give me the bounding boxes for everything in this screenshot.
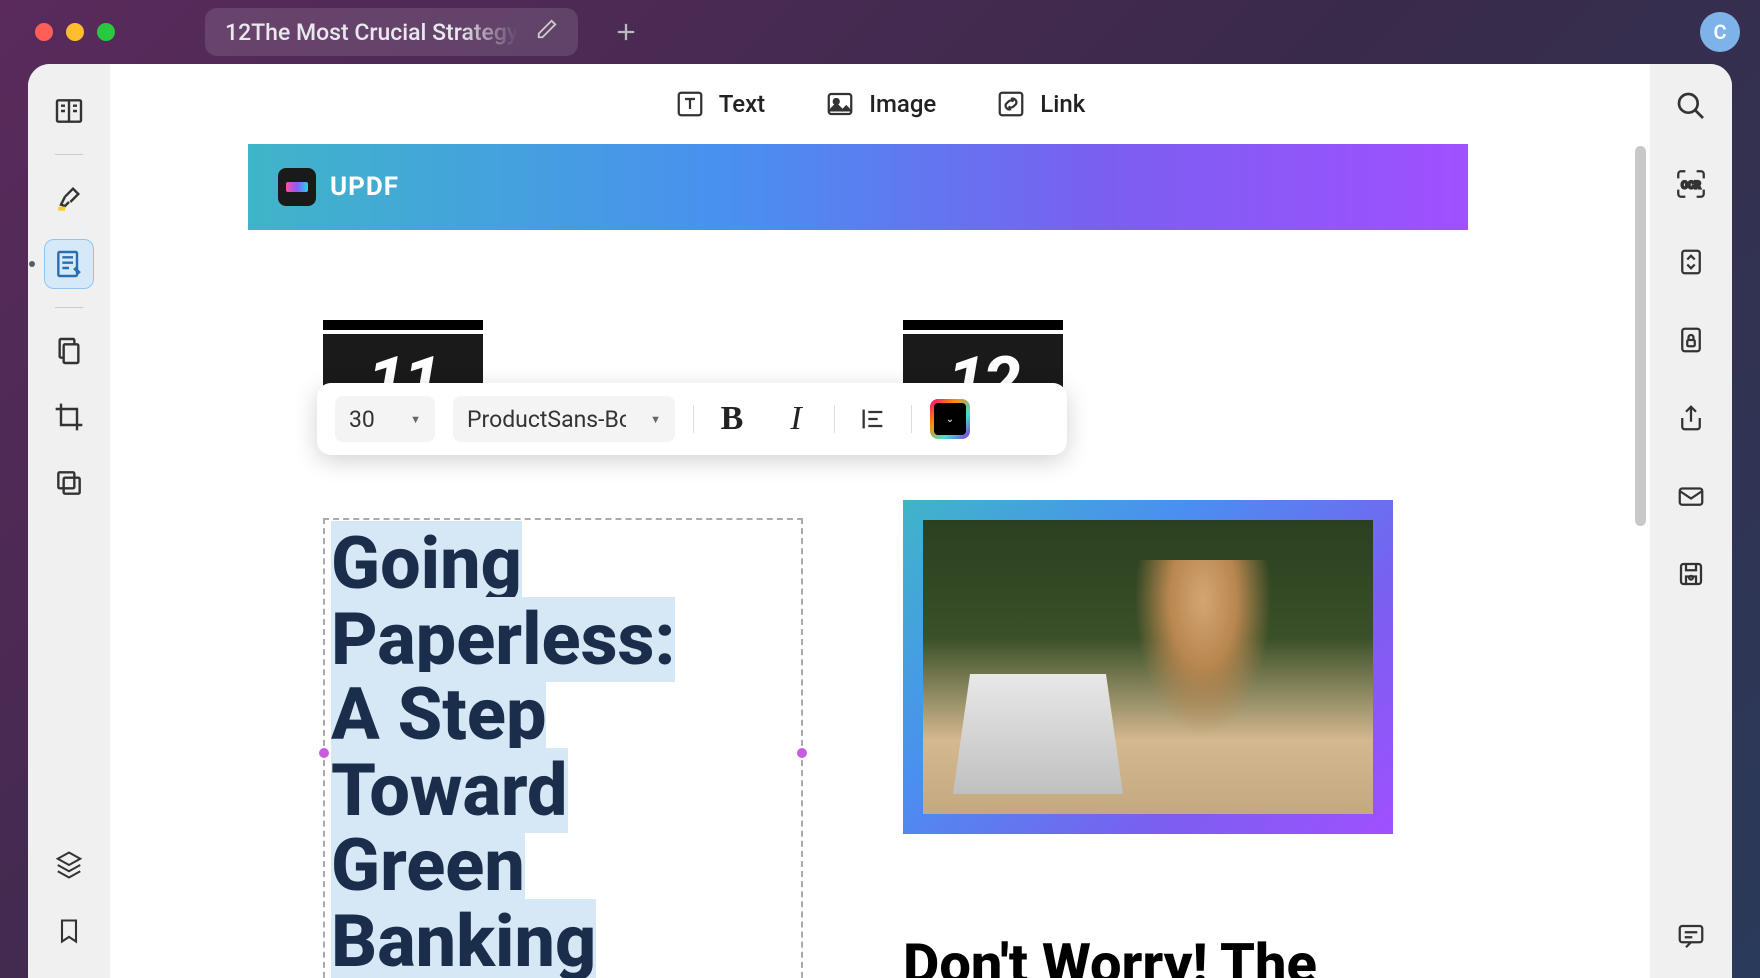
selection-handle-left[interactable] (319, 748, 329, 758)
email-button[interactable] (1669, 474, 1713, 518)
minimize-window-button[interactable] (66, 23, 84, 41)
chevron-down-icon: ▼ (650, 413, 661, 426)
vertical-scrollbar[interactable] (1635, 146, 1646, 526)
svg-text:OCR: OCR (1681, 180, 1701, 191)
brand-text: UPDF (330, 172, 399, 202)
chevron-down-icon: ⌄ (946, 414, 954, 425)
document-scroll[interactable]: UPDF 11 Going Paperless: A Step Toward (110, 144, 1650, 978)
font-size-value: 30 (349, 406, 386, 433)
protect-button[interactable] (1669, 318, 1713, 362)
document-area: Text Image Link UPDF (110, 64, 1650, 978)
highlighter-button[interactable] (44, 173, 94, 223)
crop-button[interactable] (44, 392, 94, 442)
right-sidebar: OCR (1650, 64, 1732, 978)
tab-title: 12The Most Crucial Strategy (225, 19, 518, 46)
italic-button[interactable]: I (776, 399, 816, 439)
convert-button[interactable] (1669, 240, 1713, 284)
font-size-select[interactable]: 30 ▼ (335, 396, 435, 442)
image-label: Image (869, 90, 936, 118)
text-icon (675, 89, 705, 119)
save-button[interactable] (1669, 552, 1713, 596)
comments-button[interactable] (1669, 914, 1713, 958)
pdf-page: UPDF 11 Going Paperless: A Step Toward (248, 144, 1468, 978)
close-window-button[interactable] (35, 23, 53, 41)
heading-line: Green Banking (331, 823, 596, 978)
titlebar: 12The Most Crucial Strategy C (0, 0, 1760, 64)
edit-text-button[interactable] (44, 239, 94, 289)
edit-toolbar: Text Image Link (110, 64, 1650, 144)
pencil-icon (536, 18, 558, 46)
toolbar-separator (911, 405, 912, 433)
new-tab-button[interactable] (608, 14, 644, 50)
avatar[interactable]: C (1700, 12, 1740, 52)
text-edit-selection[interactable]: Going Paperless: A Step Toward Green Ban… (323, 518, 803, 978)
font-family-select[interactable]: ProductSans-Bold ▼ (453, 396, 675, 442)
ocr-button[interactable]: OCR (1669, 162, 1713, 206)
font-family-value: ProductSans-Bold (467, 406, 626, 433)
window-controls (20, 23, 115, 41)
maximize-window-button[interactable] (97, 23, 115, 41)
chevron-down-icon: ▼ (410, 413, 421, 426)
document-tab[interactable]: 12The Most Crucial Strategy (205, 8, 578, 56)
toolbar-separator (834, 405, 835, 433)
sidebar-divider (55, 154, 83, 155)
add-text-tool[interactable]: Text (675, 89, 765, 119)
right-heading[interactable]: Don't Worry! The (903, 934, 1393, 978)
add-image-tool[interactable]: Image (825, 89, 936, 119)
document-header-banner: UPDF (248, 144, 1468, 230)
floating-text-toolbar: 30 ▼ ProductSans-Bold ▼ B I ⌄ (317, 383, 1067, 455)
avatar-letter: C (1713, 20, 1726, 44)
updf-logo-icon (278, 168, 316, 206)
bold-button[interactable]: B (712, 399, 752, 439)
heading-line: A Step Toward (331, 672, 568, 833)
organize-pages-button[interactable] (44, 326, 94, 376)
toolbar-separator (693, 405, 694, 433)
bookmark-button[interactable] (44, 906, 94, 956)
add-link-tool[interactable]: Link (996, 89, 1085, 119)
search-button[interactable] (1669, 84, 1713, 128)
main-window: Text Image Link UPDF (28, 64, 1732, 978)
text-color-button[interactable]: ⌄ (930, 399, 970, 439)
share-button[interactable] (1669, 396, 1713, 440)
batch-button[interactable] (44, 458, 94, 508)
text-label: Text (719, 90, 765, 118)
sidebar-divider (55, 307, 83, 308)
heading-line: Going Paperless: (331, 521, 675, 682)
layers-button[interactable] (44, 840, 94, 890)
selection-handle-right[interactable] (797, 748, 807, 758)
link-icon (996, 89, 1026, 119)
left-sidebar (28, 64, 110, 978)
photo-frame[interactable] (903, 500, 1393, 834)
align-button[interactable] (853, 399, 893, 439)
reader-mode-button[interactable] (44, 86, 94, 136)
article-photo (923, 520, 1373, 814)
image-icon (825, 89, 855, 119)
editable-heading[interactable]: Going Paperless: A Step Toward Green Ban… (331, 526, 795, 978)
link-label: Link (1040, 90, 1085, 118)
